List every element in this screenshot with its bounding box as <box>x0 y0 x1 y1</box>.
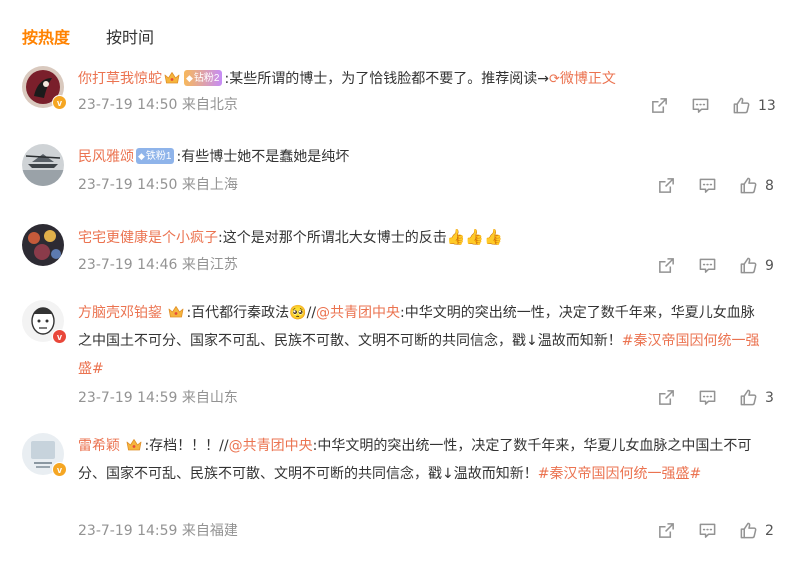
verified-badge-icon: v <box>52 329 67 344</box>
comment-text: :这个是对那个所谓北大女博士的反击 <box>218 230 447 246</box>
share-icon <box>657 176 676 195</box>
comment-meta: 23-7-19 14:59 来自山东 <box>78 390 238 406</box>
fan-level-badge[interactable]: ◆铁粉1 <box>136 148 175 164</box>
like-button[interactable]: 2 <box>739 521 774 540</box>
comment-meta: 23-7-19 14:46 来自江苏 <box>78 257 238 273</box>
avatar[interactable]: v <box>22 300 67 344</box>
reply-button[interactable] <box>691 96 710 115</box>
like-button[interactable]: 9 <box>739 256 774 275</box>
share-button[interactable] <box>650 96 669 115</box>
repost-separator: // <box>306 305 317 321</box>
like-button[interactable]: 3 <box>739 388 774 407</box>
comment-actions: 13 <box>650 96 776 115</box>
comment-actions: 3 <box>657 388 774 407</box>
comment-content: 方脑壳邓铂鋆 :百代都行秦政法🥺//@共青团中央:中华文明的突出统一性，决定了数… <box>78 299 768 383</box>
reply-button[interactable] <box>698 521 717 540</box>
comment-text: :有些博士她不是蠢她是纯坏 <box>176 149 350 165</box>
like-button[interactable]: 8 <box>739 176 774 195</box>
comment-content: 宅宅更健康是个小疯子:这个是对那个所谓北大女博士的反击👍👍👍 <box>78 224 768 251</box>
avatar[interactable]: v <box>22 66 67 110</box>
like-count: 3 <box>765 389 774 406</box>
comment-content: 民风雅颂 ◆铁粉1:有些博士她不是蠢她是纯坏 <box>78 144 768 170</box>
comment-actions: 2 <box>657 521 774 540</box>
share-icon <box>657 256 676 275</box>
mention-link[interactable]: @共青团中央 <box>316 305 400 321</box>
comment-username[interactable]: 宅宅更健康是个小疯子 <box>78 230 218 246</box>
comment-username[interactable]: 民风雅颂 <box>78 149 134 165</box>
verified-badge-icon: v <box>52 95 67 110</box>
share-button[interactable] <box>657 176 676 195</box>
reply-button[interactable] <box>698 176 717 195</box>
like-count: 13 <box>758 97 776 114</box>
comment-content: 你打草我惊蛇 ◆钻粉2:某些所谓的博士，为了恰钱脸都不要了。推荐阅读→⟳微博正文 <box>78 66 768 93</box>
comment-icon <box>698 521 717 540</box>
reply-button[interactable] <box>698 256 717 275</box>
like-count: 2 <box>765 522 774 539</box>
comment-text: :存档！！！// <box>144 438 229 454</box>
thumb-up-icon <box>739 388 758 407</box>
verified-badge-icon: v <box>52 462 67 477</box>
thumb-up-icon <box>739 521 758 540</box>
crown-icon <box>126 438 142 452</box>
comment-text: :某些所谓的博士，为了恰钱脸都不要了。推荐阅读→ <box>224 71 549 87</box>
tab-by-hotness[interactable]: 按热度 <box>22 24 70 48</box>
hashtag-link[interactable]: #秦汉帝国因何统一强盛# <box>538 466 701 482</box>
like-count: 9 <box>765 257 774 274</box>
share-icon <box>657 521 676 540</box>
comment-username[interactable]: 雷希颖 <box>78 438 120 454</box>
comment-icon <box>691 96 710 115</box>
fan-level-badge[interactable]: ◆钻粉2 <box>184 70 223 86</box>
like-button[interactable]: 13 <box>732 96 776 115</box>
comment-icon <box>698 256 717 275</box>
thumb-up-icon <box>732 96 751 115</box>
thumb-up-icon <box>739 176 758 195</box>
reply-button[interactable] <box>698 388 717 407</box>
comment-actions: 8 <box>657 176 774 195</box>
comment-meta: 23-7-19 14:50 来自上海 <box>78 177 238 193</box>
share-icon <box>657 388 676 407</box>
comment-icon <box>698 176 717 195</box>
comment-content: 雷希颖 :存档！！！//@共青团中央:中华文明的突出统一性，决定了数千年来，华夏… <box>78 432 768 488</box>
thumbs-up-emoji: 👍👍👍 <box>446 228 503 246</box>
tab-by-time[interactable]: 按时间 <box>106 24 154 48</box>
comment-username[interactable]: 你打草我惊蛇 <box>78 71 162 87</box>
avatar[interactable] <box>22 224 64 266</box>
mention-link[interactable]: @共青团中央 <box>229 438 313 454</box>
comment-meta: 23-7-19 14:59 来自福建 <box>78 523 238 539</box>
comment-text: :百代都行秦政法 <box>186 305 290 321</box>
crown-icon <box>168 305 184 319</box>
avatar[interactable]: v <box>22 433 67 477</box>
like-count: 8 <box>765 177 774 194</box>
share-button[interactable] <box>657 521 676 540</box>
weibo-article-link[interactable]: ⟳微博正文 <box>549 71 616 87</box>
share-button[interactable] <box>657 256 676 275</box>
avatar[interactable] <box>22 144 64 186</box>
sort-tabs: 按热度 按时间 <box>22 22 190 50</box>
pleading-emoji: 🥺 <box>289 305 307 321</box>
crown-icon <box>164 71 180 85</box>
share-button[interactable] <box>657 388 676 407</box>
comment-actions: 9 <box>657 256 774 275</box>
share-icon <box>650 96 669 115</box>
comment-username[interactable]: 方脑壳邓铂鋆 <box>78 305 162 321</box>
weibo-logo-icon: ⟳ <box>548 72 560 87</box>
comment-icon <box>698 388 717 407</box>
comment-meta: 23-7-19 14:50 来自北京 <box>78 97 238 113</box>
thumb-up-icon <box>739 256 758 275</box>
